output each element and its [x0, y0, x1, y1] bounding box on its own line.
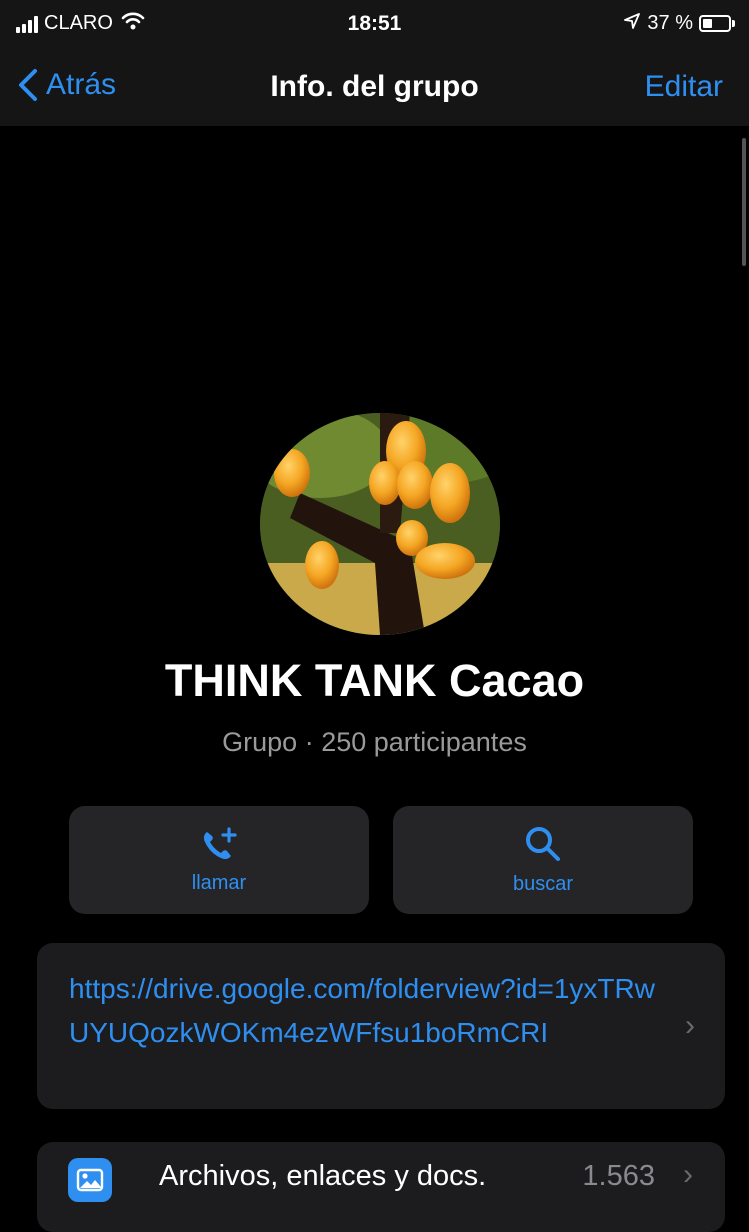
status-right: 37 % — [623, 12, 735, 35]
files-count: 1.563 — [582, 1160, 655, 1192]
group-description-card[interactable]: https://drive.google.com/folderview?id=1… — [37, 943, 725, 1109]
battery-nub — [732, 20, 735, 27]
battery-percent: 37 % — [647, 12, 693, 34]
group-subtitle: Grupo · 250 participantes — [222, 727, 527, 757]
files-links-docs-row[interactable]: Archivos, enlaces y docs. 1.563 › — [37, 1142, 725, 1232]
files-label: Archivos, enlaces y docs. — [159, 1160, 487, 1192]
group-avatar[interactable] — [260, 413, 500, 635]
phone-plus-icon — [203, 826, 237, 859]
scroll-indicator[interactable] — [742, 138, 746, 266]
location-icon — [623, 12, 641, 35]
chevron-right-icon: › — [683, 1158, 693, 1191]
chevron-right-icon: › — [685, 1009, 695, 1042]
search-icon — [526, 826, 560, 861]
chevron-left-icon — [19, 69, 37, 101]
back-button[interactable]: Atrás — [18, 68, 116, 102]
group-description-link[interactable]: https://drive.google.com/folderview?id=1… — [69, 967, 655, 1055]
group-name: THINK TANK Cacao — [164, 655, 585, 706]
battery-level — [703, 19, 712, 28]
edit-button[interactable]: Editar — [645, 70, 723, 104]
cacao-photo — [260, 413, 500, 635]
call-label: llamar — [191, 871, 247, 894]
battery-icon — [699, 15, 731, 32]
call-button[interactable]: llamar — [69, 806, 369, 914]
back-label: Atrás — [46, 68, 117, 101]
status-bar: CLARO 18:51 37 % — [0, 0, 749, 50]
search-label: buscar — [512, 872, 574, 895]
nav-bar: Atrás Info. del grupo Editar — [0, 50, 749, 126]
photo-icon — [68, 1158, 112, 1202]
search-button[interactable]: buscar — [393, 806, 693, 914]
